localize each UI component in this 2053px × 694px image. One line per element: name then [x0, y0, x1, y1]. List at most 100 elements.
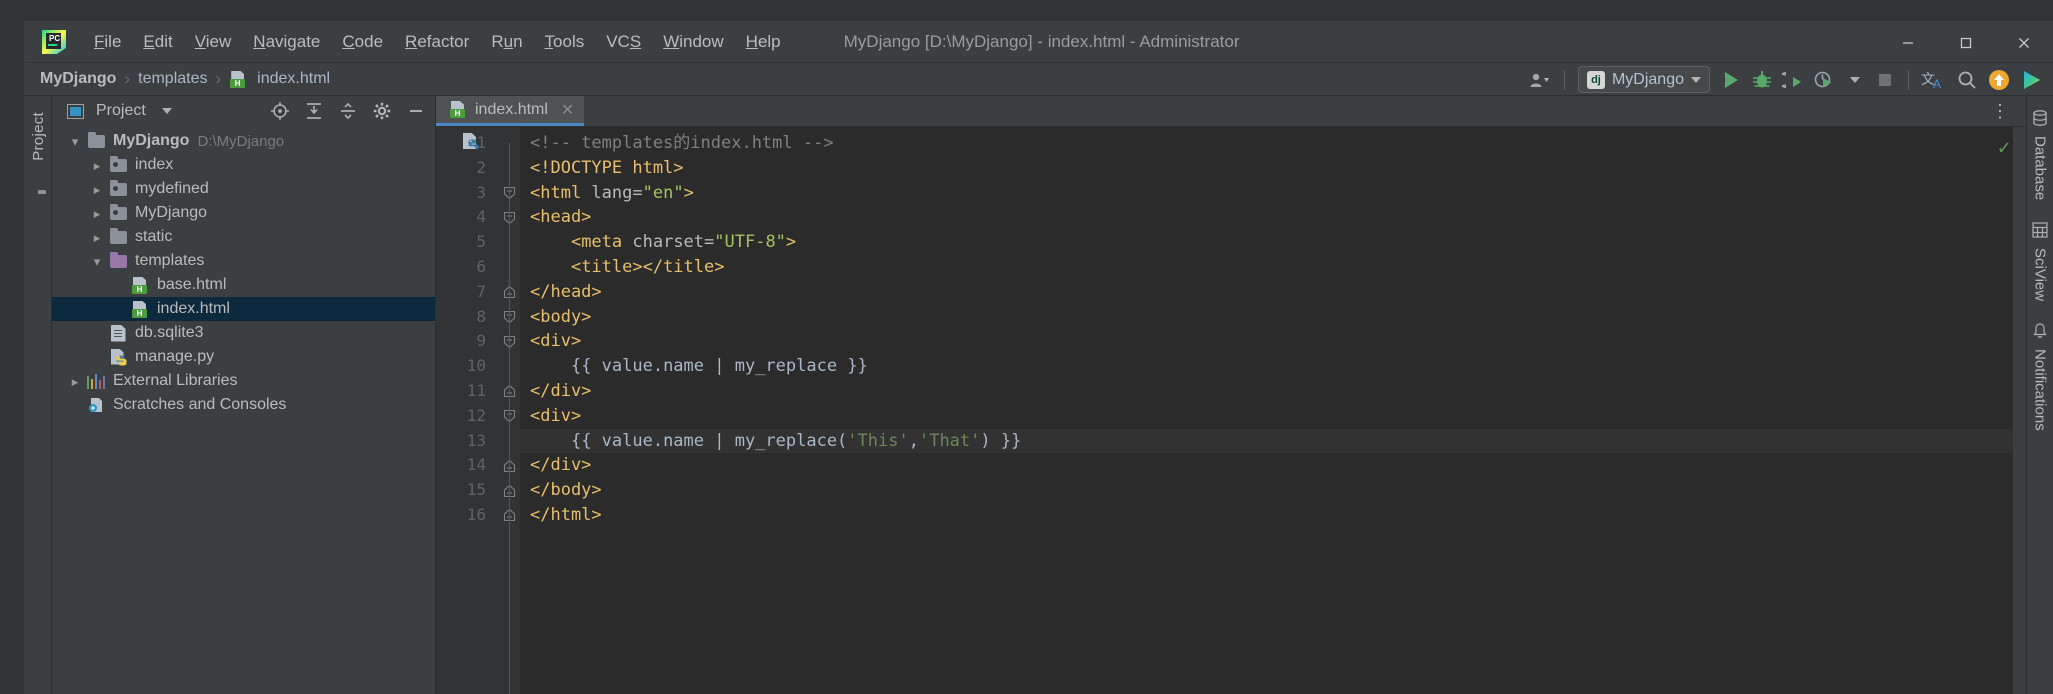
chevron-right-icon[interactable]: ▸: [94, 183, 101, 196]
chevron-right-icon[interactable]: ▸: [94, 159, 101, 172]
close-icon[interactable]: ✕: [561, 100, 574, 120]
chevron-down-icon[interactable]: ▾: [72, 135, 79, 148]
code-line[interactable]: {{ value.name | my_replace }}: [520, 354, 2026, 379]
code-line[interactable]: </div>: [520, 379, 2026, 404]
debug-icon[interactable]: [1748, 66, 1776, 93]
tree-node-label: index: [135, 156, 174, 173]
menu-edit[interactable]: Edit: [132, 28, 183, 56]
line-number: 7: [476, 281, 486, 301]
coverage-icon[interactable]: [1779, 66, 1807, 93]
code-line[interactable]: </head>: [520, 280, 2026, 305]
tool-window-button-notifications[interactable]: Notifications: [2032, 317, 2049, 445]
html-file-icon: H: [131, 276, 149, 294]
code-line[interactable]: <title></title>: [520, 255, 2026, 280]
tool-window-button-database[interactable]: Database: [2032, 104, 2049, 214]
menu-file[interactable]: File: [83, 28, 132, 56]
code-line[interactable]: <head>: [520, 205, 2026, 230]
tree-expander[interactable]: ▸: [86, 183, 108, 196]
menu-window[interactable]: Window: [652, 28, 734, 56]
code-line[interactable]: <div>: [520, 404, 2026, 429]
more-options-icon[interactable]: ⋮: [1983, 102, 2018, 120]
menu-navigate[interactable]: Navigate: [242, 28, 331, 56]
tree-node-manage-py[interactable]: manage.py: [52, 345, 435, 369]
tool-window-label: SciView: [2031, 248, 2049, 302]
plugin-icon[interactable]: [2017, 66, 2047, 93]
scratches-icon: [88, 397, 105, 413]
breadcrumb-item-project[interactable]: MyDjango: [35, 68, 121, 90]
close-button[interactable]: [1995, 22, 2053, 63]
tree-expander[interactable]: ▾: [64, 135, 86, 148]
code-line[interactable]: <html lang="en">: [520, 181, 2026, 206]
tree-node-external-libraries[interactable]: ▸ External Libraries: [52, 369, 435, 393]
minimize-button[interactable]: [1879, 22, 1937, 63]
tree-expander[interactable]: ▸: [86, 159, 108, 172]
tree-node-db-sqlite3[interactable]: db.sqlite3: [52, 321, 435, 345]
locate-icon[interactable]: [267, 99, 293, 123]
code-line[interactable]: </body>: [520, 478, 2026, 503]
editor-tab-index-html[interactable]: H index.html ✕: [436, 96, 585, 126]
code-line[interactable]: {{ value.name | my_replace('This','That'…: [520, 428, 2026, 454]
tree-node-static[interactable]: ▸ static: [52, 225, 435, 249]
inspection-ok-icon[interactable]: ✓: [1998, 135, 2010, 159]
collapse-all-icon[interactable]: [335, 99, 361, 123]
menu-refactor[interactable]: Refactor: [394, 28, 480, 56]
tree-node-index[interactable]: ▸ index: [52, 153, 435, 177]
hide-panel-icon[interactable]: [403, 99, 429, 123]
project-view-icon: [62, 99, 88, 123]
maximize-button[interactable]: [1937, 22, 1995, 63]
translate-icon[interactable]: 文 A: [1918, 66, 1950, 93]
tree-expander[interactable]: ▾: [86, 255, 108, 268]
tree-node-base-html[interactable]: Hbase.html: [52, 273, 435, 297]
main-area: Project Project ▾ MyDjango D:\MyDjango ▸…: [25, 96, 2053, 694]
tree-node-mydjango[interactable]: ▸ MyDjango: [52, 201, 435, 225]
code-line[interactable]: <div>: [520, 329, 2026, 354]
tree-node-mydefined[interactable]: ▸ mydefined: [52, 177, 435, 201]
chevron-down-icon[interactable]: [154, 99, 180, 123]
code-folding-gutter[interactable]: [498, 127, 520, 694]
menu-run[interactable]: Run: [480, 28, 533, 56]
tree-node-templates[interactable]: ▾ templates: [52, 249, 435, 273]
menu-tools[interactable]: Tools: [534, 28, 596, 56]
run-configuration-selector[interactable]: dj MyDjango: [1577, 66, 1710, 93]
tree-expander[interactable]: ▸: [86, 207, 108, 220]
code-line[interactable]: </html>: [520, 503, 2026, 528]
tree-node-index-html[interactable]: Hindex.html: [52, 297, 435, 321]
chevron-right-icon[interactable]: ▸: [94, 231, 101, 244]
user-avatar-icon[interactable]: [1525, 66, 1555, 93]
chevron-right-icon[interactable]: ▸: [72, 375, 79, 388]
menu-help[interactable]: Help: [735, 28, 792, 56]
code-line[interactable]: <body>: [520, 305, 2026, 330]
code-line[interactable]: <!DOCTYPE html>: [520, 156, 2026, 181]
navigation-bar: MyDjango › templates › H index.html dj M…: [25, 63, 2053, 96]
tool-window-button-sciview[interactable]: SciView: [2032, 216, 2049, 315]
menu-view[interactable]: View: [184, 28, 243, 56]
code-line[interactable]: <meta charset="UTF-8">: [520, 230, 2026, 255]
breadcrumb-item-file[interactable]: index.html: [252, 68, 335, 90]
tree-expander[interactable]: ▸: [64, 375, 86, 388]
line-number: 9: [476, 331, 486, 351]
search-icon[interactable]: [1953, 66, 1981, 93]
tree-expander[interactable]: ▸: [86, 231, 108, 244]
tree-node-label: manage.py: [135, 348, 215, 365]
settings-gear-icon[interactable]: [369, 99, 395, 123]
update-project-icon[interactable]: [1984, 66, 2014, 93]
code-editor[interactable]: 1 2 3 4 5 6 7 8 9 10 11 12 13 14 15 16 <!-- templates的i…: [436, 127, 2026, 694]
expand-all-icon[interactable]: [301, 99, 327, 123]
tool-window-label: Notifications: [2031, 349, 2049, 432]
tool-window-button-project[interactable]: Project: [30, 102, 47, 171]
tree-node-scratches-and-consoles[interactable]: Scratches and Consoles: [52, 393, 435, 417]
breadcrumb-item-folder[interactable]: templates: [133, 68, 212, 90]
profile-icon[interactable]: [1810, 66, 1838, 93]
editor-scrollbar[interactable]: [2013, 127, 2026, 694]
chevron-down-icon[interactable]: ▾: [94, 255, 101, 268]
tree-node-mydjango[interactable]: ▾ MyDjango D:\MyDjango: [52, 129, 435, 153]
stop-icon[interactable]: [1871, 66, 1899, 93]
menu-vcs[interactable]: VCS: [595, 28, 652, 56]
profile-dropdown-icon[interactable]: [1841, 66, 1868, 93]
code-line[interactable]: <!-- templates的index.html -->: [520, 131, 2026, 156]
menu-code[interactable]: Code: [331, 28, 394, 56]
chevron-right-icon[interactable]: ▸: [94, 207, 101, 220]
code-line[interactable]: </div>: [520, 453, 2026, 478]
code-content[interactable]: <!-- templates的index.html --> <!DOCTYPE h…: [520, 127, 2026, 694]
run-icon[interactable]: [1717, 66, 1745, 93]
